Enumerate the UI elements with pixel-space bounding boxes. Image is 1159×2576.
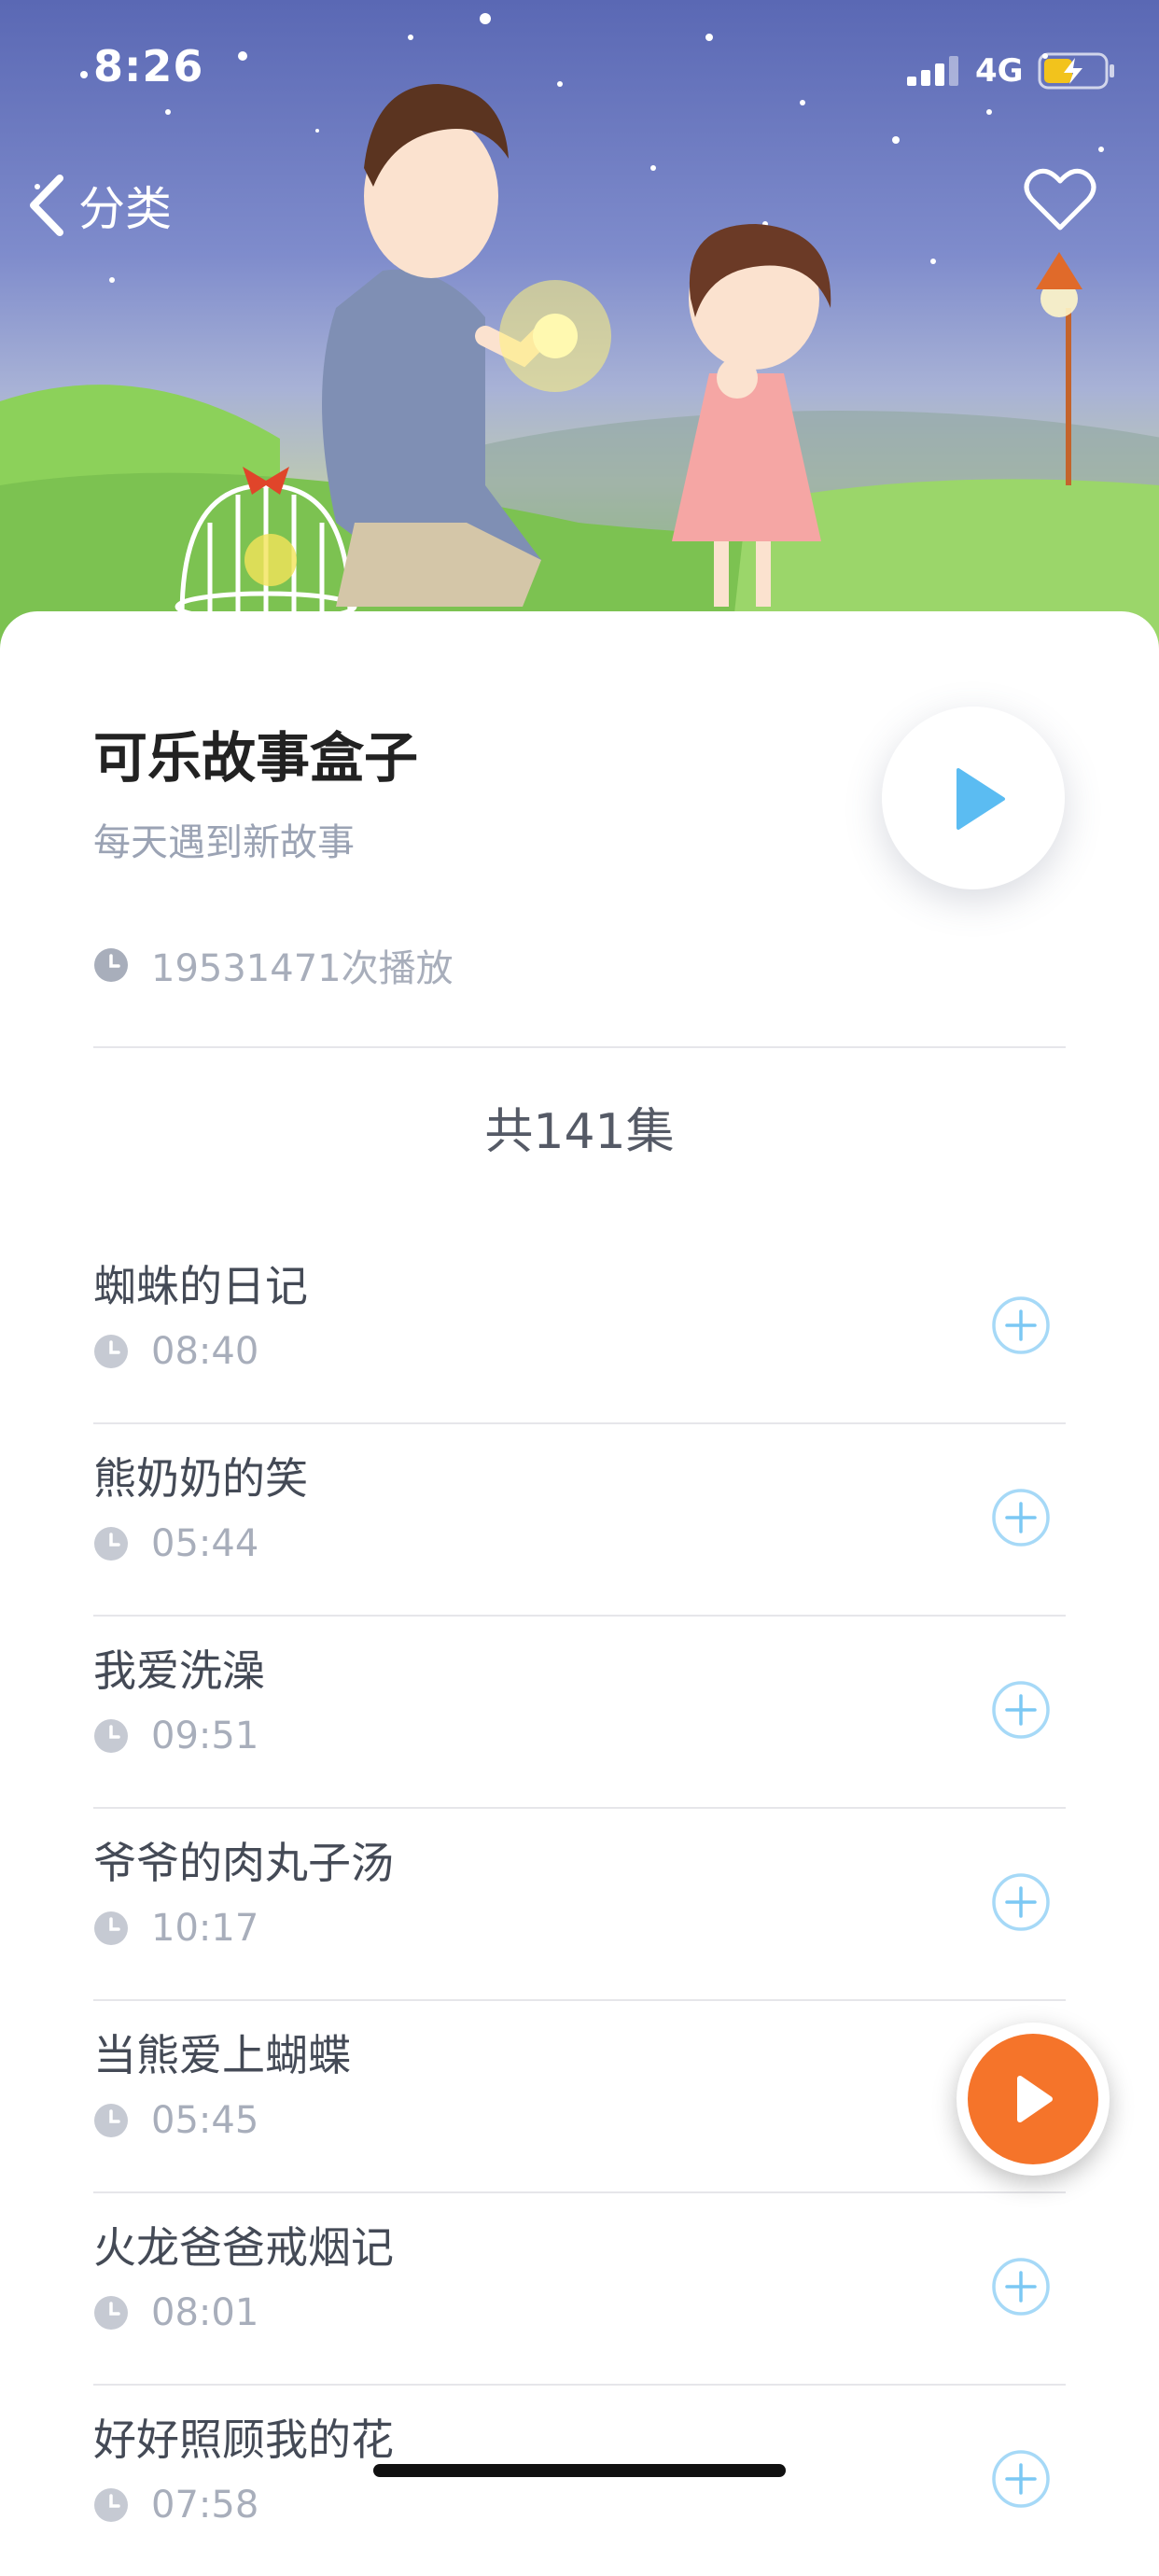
hero-banner: 8:26 4G 分类 [0,0,1159,672]
album-card: 可乐故事盒子 每天遇到新故事 19531471次播放 共141集 蜘蛛的日记 0… [0,611,1159,2527]
episode-duration: 05:44 [93,1522,258,1565]
episode-duration-text: 09:51 [151,1715,259,1757]
episode-count: 共141集 [484,1104,675,1160]
play-icon [1017,2076,1053,2122]
play-count-text: 19531471次播放 [151,947,454,990]
episode-list: 蜘蛛的日记 08:40 熊奶奶的笑 05:44 我爱洗澡 09:51 爷爷的肉丸… [93,1232,1066,2576]
album-subtitle: 每天遇到新故事 [93,821,355,864]
episode-item[interactable]: 火龙爸爸戒烟记 08:01 [93,2193,1066,2386]
clock-icon [94,2296,128,2330]
episode-duration: 07:58 [93,2484,258,2527]
episode-duration: 05:45 [93,2099,258,2142]
plus-circle-icon[interactable] [991,1295,1051,1355]
episode-title: 爷爷的肉丸子汤 [93,1838,394,1888]
episode-duration-text: 07:58 [151,2484,259,2527]
episode-item[interactable]: 我爱洗澡 09:51 [93,1617,1066,1809]
clock-icon [94,1911,128,1945]
episode-item[interactable]: 当熊爱上蝴蝶 05:45 [93,2001,1066,2193]
clock-icon [94,948,128,982]
episode-item[interactable]: 熊奶奶的笑 05:44 [93,1424,1066,1617]
episode-title: 蜘蛛的日记 [93,1261,308,1311]
cellular-signal-icon [907,56,958,86]
status-time: 8:26 [93,41,204,91]
back-button[interactable]: 分类 [26,168,172,243]
heart-outline-icon[interactable] [1023,166,1097,233]
episode-duration: 10:17 [93,1907,258,1950]
episode-duration-text: 08:01 [151,2291,259,2334]
episode-duration: 09:51 [93,1715,258,1757]
episode-duration-text: 08:40 [151,1330,259,1373]
clock-icon [94,1335,128,1368]
episode-title: 我爱洗澡 [93,1645,265,1696]
episode-item[interactable]: 蜘蛛的日记 08:40 [93,1232,1066,1424]
episode-duration: 08:40 [93,1330,258,1373]
episode-duration-text: 05:45 [151,2099,259,2142]
clock-icon [94,2488,128,2522]
back-label: 分类 [78,182,172,236]
clock-icon [94,1719,128,1753]
plus-circle-icon[interactable] [991,2257,1051,2317]
home-indicator [373,2464,786,2477]
play-all-button[interactable] [882,707,1065,889]
episode-duration-text: 05:44 [151,1522,259,1565]
floating-play-inner [968,2034,1098,2164]
floating-play-button[interactable] [957,2023,1110,2176]
episode-title: 好好照顾我的花 [93,2415,394,2465]
network-type: 4G [975,52,1024,90]
play-icon [957,768,1005,830]
clock-icon [94,1527,128,1561]
plus-circle-icon[interactable] [991,1872,1051,1932]
clock-icon [94,2104,128,2137]
episode-title: 当熊爱上蝴蝶 [93,2030,351,2080]
episode-title: 熊奶奶的笑 [93,1453,308,1504]
plus-circle-icon[interactable] [991,1680,1051,1740]
album-title: 可乐故事盒子 [93,726,419,790]
plus-circle-icon[interactable] [991,1488,1051,1547]
episode-item[interactable]: 爷爷的肉丸子汤 10:17 [93,1809,1066,2001]
episode-duration: 08:01 [93,2291,258,2334]
episode-duration-text: 10:17 [151,1907,259,1950]
divider [93,1046,1066,1048]
episode-title: 火龙爸爸戒烟记 [93,2222,394,2273]
plus-circle-icon[interactable] [991,2449,1051,2509]
play-count: 19531471次播放 [93,938,454,992]
chevron-left-icon [30,175,63,236]
episode-item[interactable]: 好好照顾我的花 07:58 [93,2386,1066,2576]
battery-charging-icon [1038,52,1114,90]
hero-illustration [0,13,1159,672]
